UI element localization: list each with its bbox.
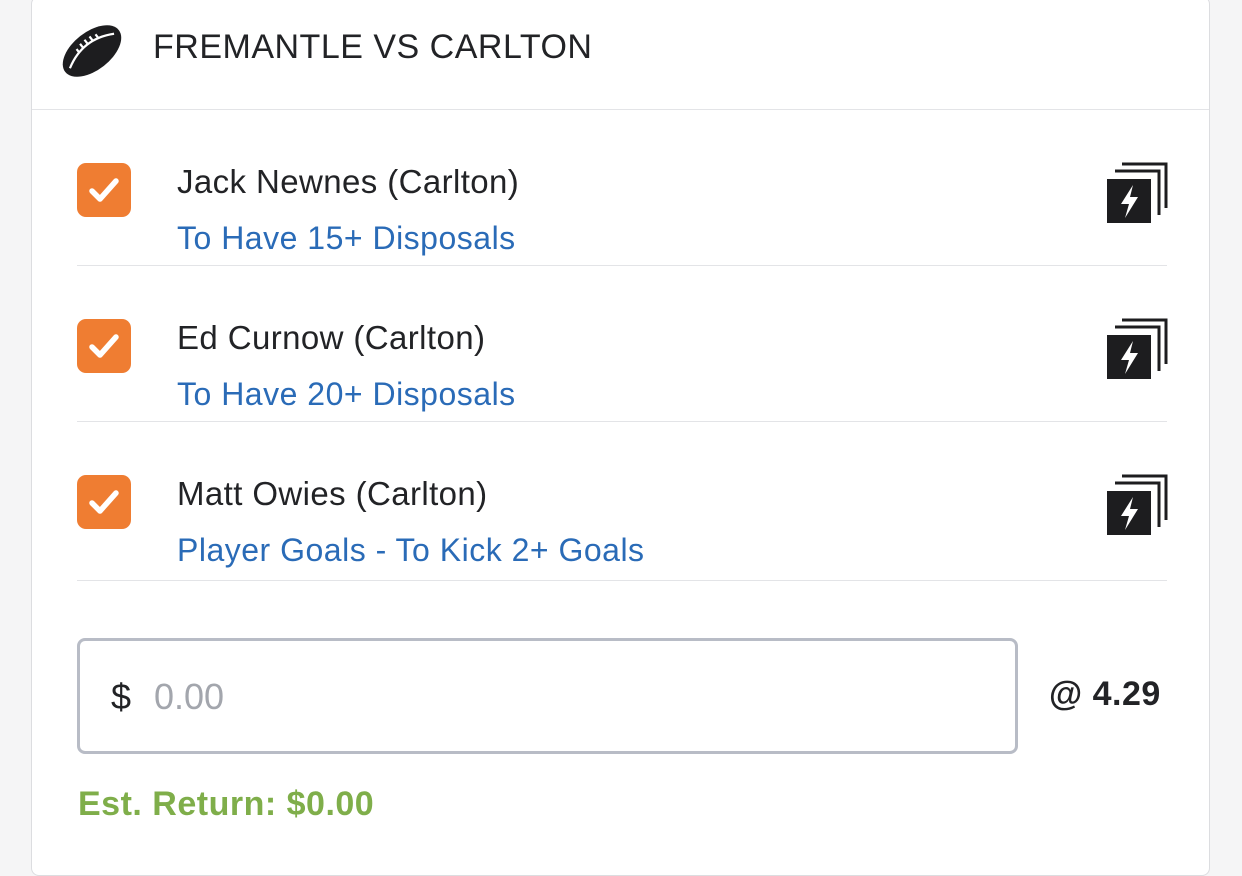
leg-checkbox[interactable] bbox=[77, 319, 131, 373]
stake-input[interactable] bbox=[154, 671, 974, 723]
match-title: FREMANTLE VS CARLTON bbox=[153, 28, 593, 66]
leg-item: Ed Curnow (Carlton) To Have 20+ Disposal… bbox=[77, 266, 1168, 422]
leg-market-link[interactable]: To Have 20+ Disposals bbox=[177, 374, 516, 414]
currency-symbol: $ bbox=[111, 676, 132, 717]
checkmark-icon bbox=[89, 178, 119, 202]
leg-player-name: Jack Newnes (Carlton) bbox=[177, 163, 520, 200]
leg-item: Jack Newnes (Carlton) To Have 15+ Dispos… bbox=[77, 110, 1168, 266]
checkmark-icon bbox=[89, 334, 119, 358]
checkmark-icon bbox=[89, 490, 119, 514]
leg-player-name: Ed Curnow (Carlton) bbox=[177, 319, 486, 356]
leg-player-name: Matt Owies (Carlton) bbox=[177, 475, 488, 512]
bet-card: FREMANTLE VS CARLTON Jack Newnes (Carlto… bbox=[31, 0, 1210, 876]
same-game-multi-icon[interactable] bbox=[1106, 318, 1168, 380]
leg-item: Matt Owies (Carlton) Player Goals - To K… bbox=[77, 422, 1168, 581]
football-icon bbox=[62, 25, 122, 77]
stake-field[interactable]: $ bbox=[77, 638, 1018, 754]
leg-checkbox[interactable] bbox=[77, 163, 131, 217]
odds-value: @ 4.29 bbox=[1049, 675, 1161, 713]
estimated-return: Est. Return: $0.00 bbox=[78, 785, 375, 823]
same-game-multi-icon[interactable] bbox=[1106, 474, 1168, 536]
leg-checkbox[interactable] bbox=[77, 475, 131, 529]
same-game-multi-icon[interactable] bbox=[1106, 162, 1168, 224]
leg-market-link[interactable]: To Have 15+ Disposals bbox=[177, 218, 516, 258]
match-header: FREMANTLE VS CARLTON bbox=[32, 0, 1209, 110]
leg-market-link[interactable]: Player Goals - To Kick 2+ Goals bbox=[177, 530, 645, 570]
